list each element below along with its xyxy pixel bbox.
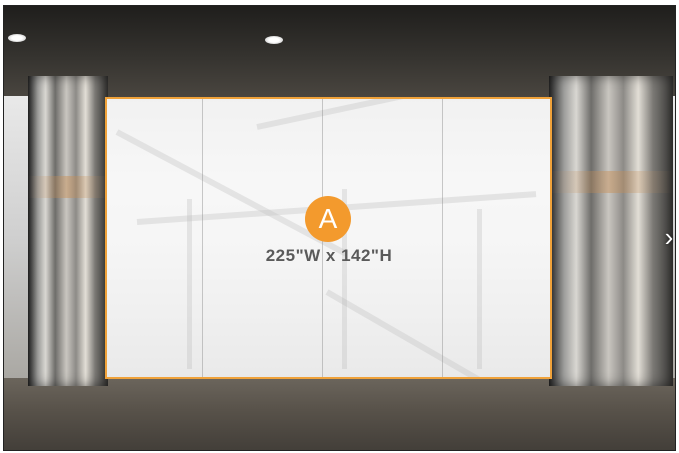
location-marker-badge: A — [305, 196, 351, 242]
ceiling-light — [265, 36, 283, 44]
chevron-right-icon[interactable]: › — [659, 224, 675, 250]
right-pillar — [549, 76, 673, 386]
ceiling-light — [8, 34, 26, 42]
screen-divider — [202, 99, 203, 377]
screen-dimensions-label: 225"W x 142"H — [265, 246, 393, 265]
photo-frame: A 225"W x 142"H › — [3, 5, 676, 451]
floor — [4, 378, 675, 450]
left-pillar — [28, 76, 108, 386]
screen-divider — [442, 99, 443, 377]
